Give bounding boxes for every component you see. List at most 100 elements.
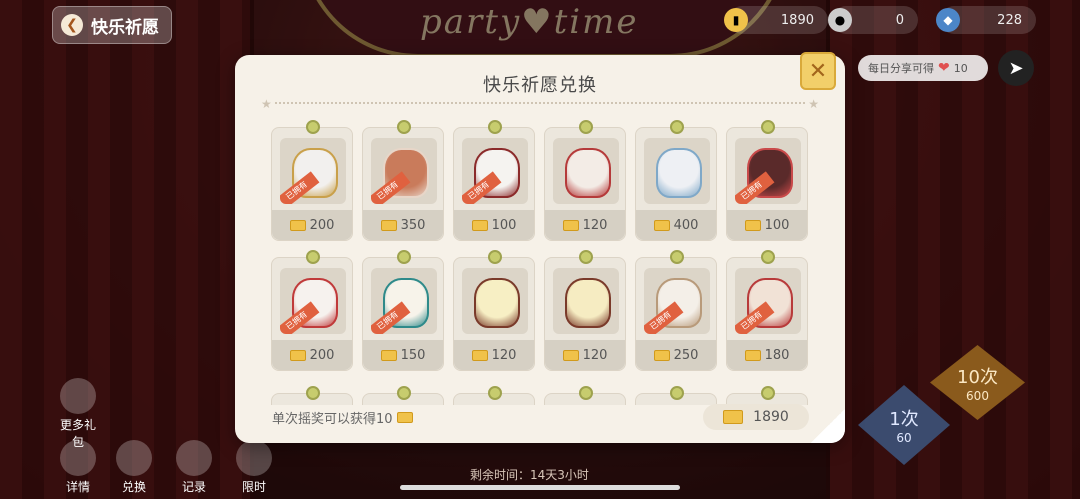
item-price: 250 xyxy=(636,340,716,370)
decorative-divider xyxy=(275,102,805,104)
item-card[interactable]: 已拥有 150 xyxy=(362,250,444,371)
spin-ten-cost: 600 xyxy=(966,388,989,403)
item-card[interactable]: 已拥有 100 xyxy=(453,120,535,241)
coupon-icon xyxy=(471,349,488,361)
price-value: 120 xyxy=(582,217,608,233)
coin-icon: ● xyxy=(828,8,852,32)
currency-value: 228 xyxy=(997,12,1022,28)
coupon-icon xyxy=(744,349,761,361)
exchange-icon xyxy=(116,440,152,476)
item-card[interactable]: 已拥有 250 xyxy=(635,250,717,371)
page-curl xyxy=(811,409,845,443)
coupon-icon xyxy=(653,219,670,231)
item-card-partial[interactable] xyxy=(362,386,444,405)
limited-label: 限时 xyxy=(241,480,266,494)
item-card[interactable]: 120 xyxy=(453,250,535,371)
exchange-modal: 快乐祈愿兑换 ★ ★ 已拥有 200 已拥有 350 已拥有 100 120 400 已拥有 10… xyxy=(235,55,845,443)
details-icon xyxy=(60,440,96,476)
item-card[interactable]: 120 xyxy=(544,120,626,241)
heart-icon: ❤ xyxy=(938,60,950,76)
item-thumbnail: 已拥有 xyxy=(462,138,528,204)
item-card[interactable]: 已拥有 100 xyxy=(726,120,808,241)
pin-icon xyxy=(306,386,320,400)
coupon-icon xyxy=(380,349,397,361)
item-price: 400 xyxy=(636,210,716,240)
share-icon: ➤ xyxy=(1008,57,1024,79)
item-thumbnail xyxy=(644,138,710,204)
item-card[interactable]: 已拥有 200 xyxy=(271,250,353,371)
price-value: 250 xyxy=(673,347,699,363)
item-card[interactable]: 120 xyxy=(544,250,626,371)
item-price: 200 xyxy=(272,210,352,240)
pin-icon xyxy=(670,120,684,134)
pin-icon xyxy=(397,120,411,134)
share-reward: 10 xyxy=(953,61,968,75)
item-card[interactable]: 已拥有 180 xyxy=(726,250,808,371)
share-button[interactable]: ➤ xyxy=(998,50,1034,86)
item-thumbnail: 已拥有 xyxy=(735,138,801,204)
pin-icon xyxy=(488,250,502,264)
currency-value: 0 xyxy=(895,12,904,28)
item-thumbnail: 已拥有 xyxy=(371,138,437,204)
spin-one-cost: 60 xyxy=(896,431,912,445)
spin-ten-label: 10次 xyxy=(957,366,998,388)
records-button[interactable]: 记录 xyxy=(174,440,214,495)
coupon-icon xyxy=(562,219,579,231)
item-card-partial[interactable] xyxy=(544,386,626,405)
pin-icon xyxy=(761,386,775,400)
remaining-time: 剩余时间：14天3小时 xyxy=(470,468,589,482)
reward-note: 单次摇奖可以获得10 xyxy=(272,408,413,427)
balance-value: 1890 xyxy=(753,409,789,425)
item-price: 100 xyxy=(454,210,534,240)
star-icon: ★ xyxy=(261,97,272,111)
price-value: 200 xyxy=(309,217,335,233)
records-icon xyxy=(176,440,212,476)
item-card-partial[interactable] xyxy=(635,386,717,405)
item-card[interactable]: 已拥有 200 xyxy=(271,120,353,241)
item-card[interactable]: 已拥有 350 xyxy=(362,120,444,241)
limited-icon xyxy=(236,440,272,476)
records-label: 记录 xyxy=(181,480,206,494)
star-icon: ★ xyxy=(808,97,819,111)
back-label: 快乐祈愿 xyxy=(91,17,159,38)
item-thumbnail xyxy=(462,268,528,334)
item-price: 120 xyxy=(545,210,625,240)
home-indicator[interactable] xyxy=(400,485,680,490)
item-price: 200 xyxy=(272,340,352,370)
item-thumbnail: 已拥有 xyxy=(735,268,801,334)
price-value: 100 xyxy=(491,217,517,233)
item-card-partial[interactable] xyxy=(453,386,535,405)
gift-icon xyxy=(60,378,96,414)
price-value: 400 xyxy=(673,217,699,233)
spin-one-label: 1次 xyxy=(889,409,919,430)
pin-icon xyxy=(488,120,502,134)
currency-value: 1890 xyxy=(780,12,814,28)
back-arrow-icon: ❮ xyxy=(61,14,83,36)
coupon-icon xyxy=(471,219,488,231)
item-image xyxy=(474,278,520,328)
item-card-partial[interactable] xyxy=(271,386,353,405)
item-card[interactable]: 400 xyxy=(635,120,717,241)
coupon-balance: 1890 xyxy=(703,404,809,430)
share-tip-text: 每日分享可得 xyxy=(868,62,934,75)
pin-icon xyxy=(397,250,411,264)
coupon-icon xyxy=(723,410,744,424)
reward-note-text: 单次摇奖可以获得10 xyxy=(272,412,393,427)
exchange-button[interactable]: 兑换 xyxy=(114,440,154,495)
close-button[interactable]: ✕ xyxy=(800,52,836,90)
item-image xyxy=(565,278,611,328)
coupon-icon xyxy=(396,412,413,423)
diamond-icon: ◆ xyxy=(936,8,960,32)
currency-coupon: ▮ 1890 xyxy=(724,6,828,34)
currency-coin: ● 0 xyxy=(828,6,918,34)
item-thumbnail xyxy=(553,268,619,334)
limited-button[interactable]: 限时 xyxy=(234,440,274,495)
currency-diamond: ◆ 228 xyxy=(936,6,1036,34)
coupon-icon xyxy=(653,349,670,361)
item-thumbnail: 已拥有 xyxy=(280,268,346,334)
details-button[interactable]: 详情 xyxy=(58,440,98,495)
item-price: 150 xyxy=(363,340,443,370)
item-price: 180 xyxy=(727,340,807,370)
back-button[interactable]: ❮ 快乐祈愿 xyxy=(52,6,172,44)
pin-icon xyxy=(397,386,411,400)
